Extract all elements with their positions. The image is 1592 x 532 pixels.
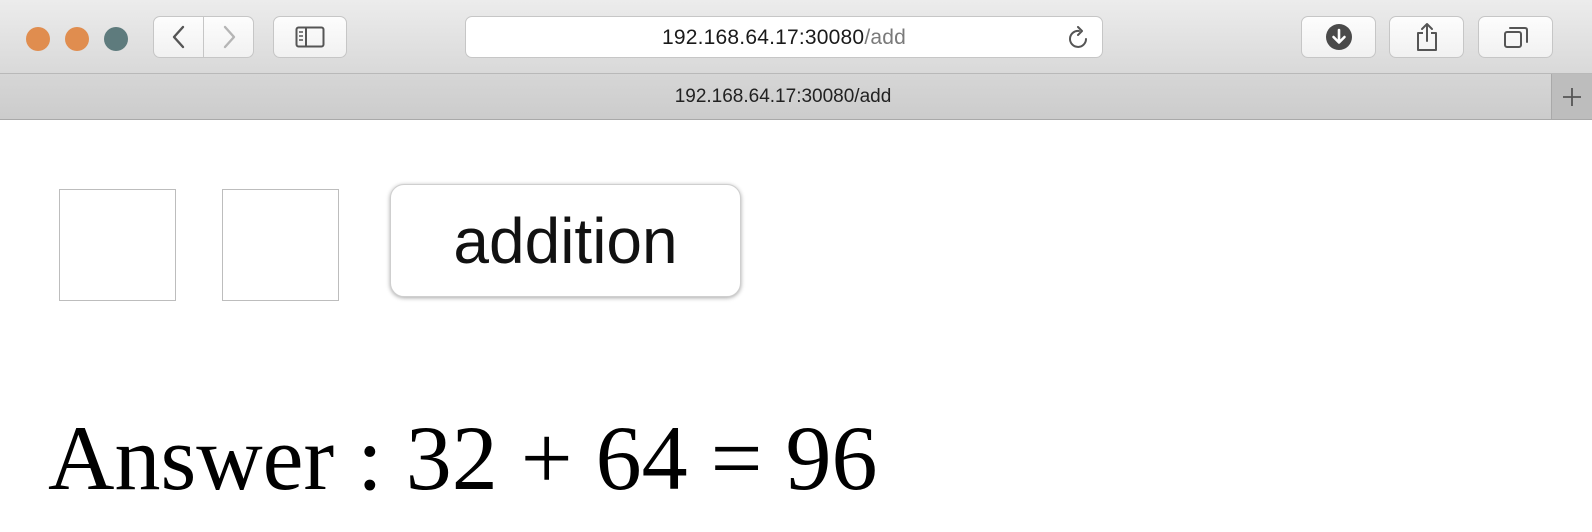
share-button[interactable]	[1389, 16, 1464, 58]
address-host: 192.168.64.17:30080	[661, 26, 865, 49]
browser-toolbar: 192.168.64.17:30080/add	[0, 0, 1592, 74]
chevron-left-icon	[172, 25, 184, 49]
tab-overview-button[interactable]	[1478, 16, 1553, 58]
address-bar[interactable]: 192.168.64.17:30080/add	[465, 16, 1103, 58]
new-tab-button[interactable]	[1551, 74, 1592, 119]
download-icon	[1325, 24, 1352, 50]
sidebar-icon	[295, 26, 325, 48]
back-button[interactable]	[153, 16, 204, 58]
second-number-input[interactable]	[222, 189, 339, 301]
sidebar-button[interactable]	[273, 16, 347, 58]
share-icon	[1416, 23, 1437, 51]
reload-button[interactable]	[1068, 26, 1090, 55]
navigation-buttons	[153, 16, 254, 58]
fullscreen-window-button[interactable]	[104, 27, 128, 51]
tab-title[interactable]: 192.168.64.17:30080/add	[0, 86, 1566, 108]
addition-button[interactable]: addition	[390, 184, 741, 297]
tabs-overview-icon	[1503, 27, 1528, 48]
close-window-button[interactable]	[26, 27, 50, 51]
minimize-window-button[interactable]	[65, 27, 89, 51]
chevron-right-icon	[223, 25, 235, 49]
first-number-input[interactable]	[59, 189, 176, 301]
address-url: 192.168.64.17:30080/add	[466, 26, 1102, 50]
forward-button[interactable]	[203, 16, 254, 58]
reload-icon	[1069, 26, 1087, 48]
plus-icon	[1563, 87, 1581, 106]
downloads-button[interactable]	[1301, 16, 1376, 58]
answer-text: Answer : 32 + 64 = 96	[48, 407, 878, 509]
address-path: /add	[864, 26, 906, 49]
tab-bar: 192.168.64.17:30080/add	[0, 74, 1592, 120]
